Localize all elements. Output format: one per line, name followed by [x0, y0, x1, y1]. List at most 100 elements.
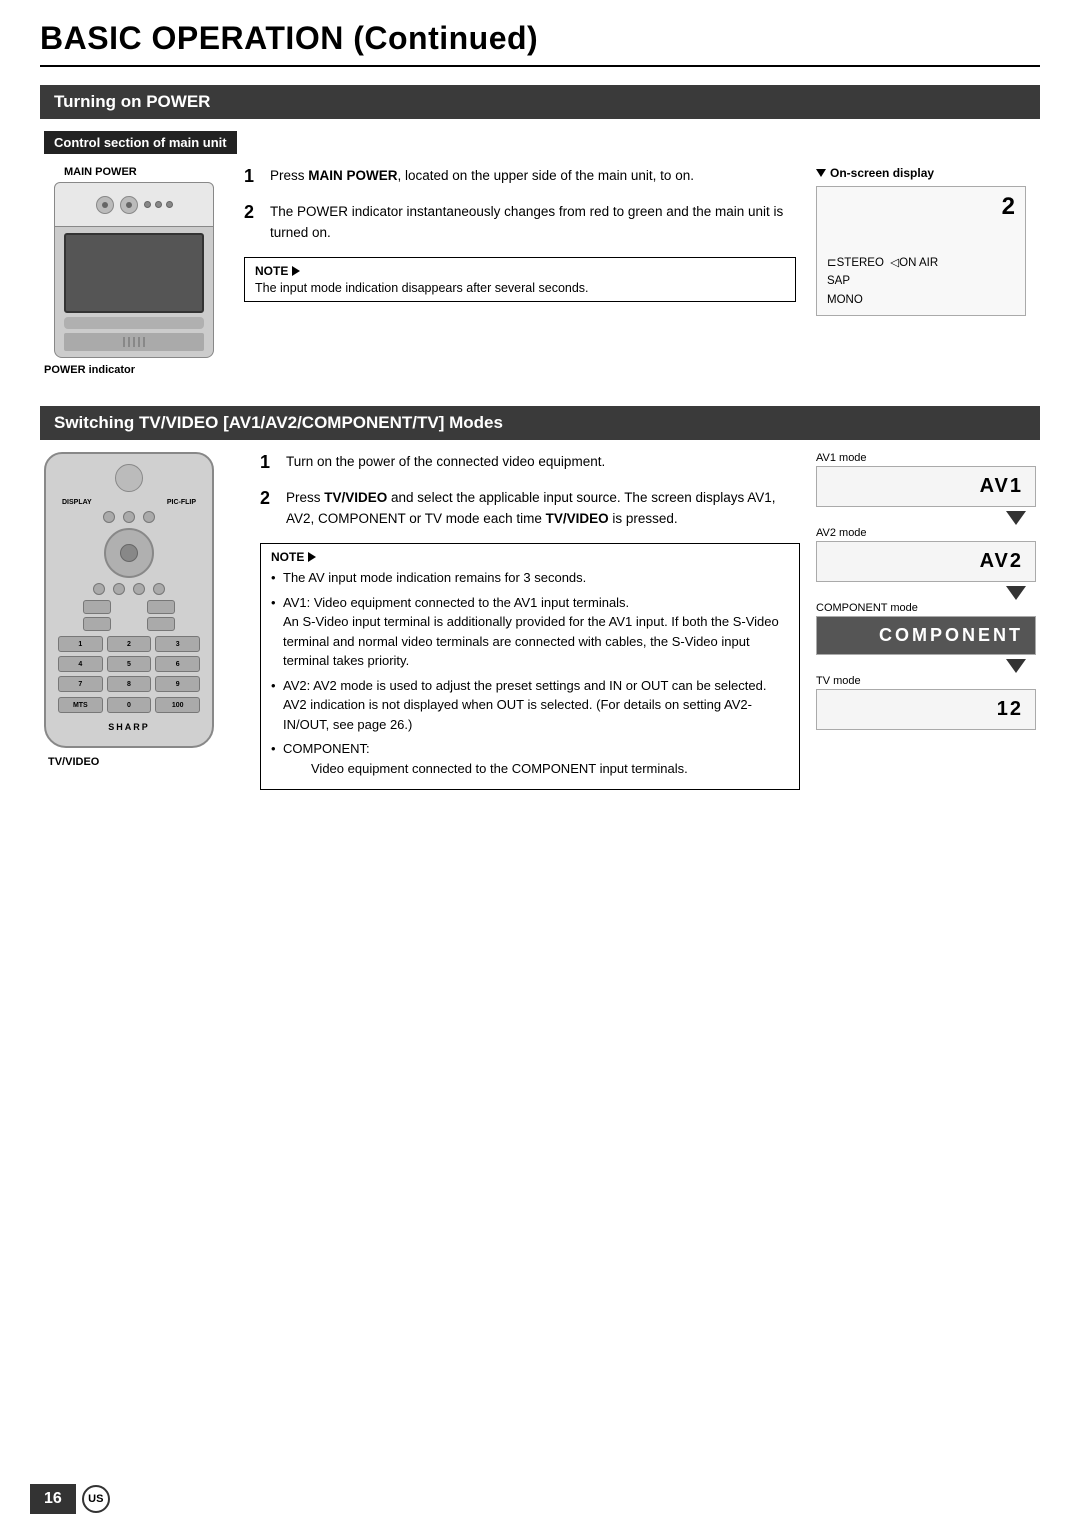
remote-mts-btn: MTS	[58, 697, 103, 713]
remote-sleep-row	[58, 511, 200, 523]
component-mode-row: COMPONENT mode COMPONENT	[816, 602, 1036, 657]
switch-note-label-text: NOTE	[271, 550, 304, 564]
remote-vol-up	[83, 600, 111, 614]
av1-mode-row: AV1 mode AV1	[816, 452, 1036, 509]
power-content: MAIN POWER	[44, 166, 1036, 376]
remote-btn-8: 8	[107, 676, 152, 692]
arrow-av1-av2	[816, 511, 1036, 525]
remote-sharp-logo: SHARP	[108, 722, 150, 732]
onscreen-box: 2 ⊏STEREO ◁ON AIR SAP MONO	[816, 186, 1026, 316]
arrow-down-icon-3	[1006, 659, 1026, 673]
arrow-component-tv	[816, 659, 1036, 673]
tv-speaker	[64, 333, 204, 351]
onscreen-bottom-text: ⊏STEREO ◁ON AIR SAP MONO	[827, 254, 1015, 309]
section2-header: Switching TV/VIDEO [AV1/AV2/COMPONENT/TV…	[40, 406, 1040, 440]
note-bullet-4: COMPONENT:Video equipment connected to t…	[271, 739, 789, 778]
tv-screen	[64, 233, 204, 313]
step-2-text: The POWER indicator instantaneously chan…	[270, 202, 796, 244]
remote-ch-up	[147, 600, 175, 614]
onscreen-line-3: MONO	[827, 291, 1015, 309]
av1-display: AV1	[980, 475, 1023, 497]
av1-mode-box: AV1	[816, 466, 1036, 507]
remote-menu-btn	[120, 544, 138, 562]
control-dots	[144, 201, 173, 208]
switch-step-2-num: 2	[260, 488, 278, 510]
component-display: COMPONENT	[879, 625, 1023, 645]
arrow-av2-component	[816, 586, 1036, 600]
tv-top-panel	[54, 182, 214, 227]
switch-note-arrow-icon	[308, 552, 316, 562]
step-1: 1 Press MAIN POWER, located on the upper…	[244, 166, 796, 188]
switch-step-2: 2 Press TV/VIDEO and select the applicab…	[260, 488, 800, 530]
tv-mode-row: TV mode 12	[816, 675, 1036, 732]
note-bullet-2: AV1: Video equipment connected to the AV…	[271, 593, 789, 671]
turning-on-power-section: Turning on POWER Control section of main…	[40, 85, 1040, 376]
av2-mode-label: AV2 mode	[816, 527, 1036, 539]
display-arrow-icon	[816, 169, 826, 177]
dial-right	[120, 196, 138, 214]
switch-steps: 1 Turn on the power of the connected vid…	[260, 452, 800, 790]
switch-step-1: 1 Turn on the power of the connected vid…	[260, 452, 800, 474]
remote-illustration: DISPLAY PIC-FLIP	[44, 452, 244, 748]
dial-left	[96, 196, 114, 214]
remote-display-label: DISPLAY	[62, 499, 92, 506]
onscreen-line-1: ⊏STEREO ◁ON AIR	[827, 254, 1015, 272]
remote-mute-btn	[93, 583, 105, 595]
step-2-num: 2	[244, 202, 262, 224]
arrow-down-icon-1	[1006, 511, 1026, 525]
remote-btn-1: 1	[58, 636, 103, 652]
component-mode-box: COMPONENT	[816, 616, 1036, 655]
remote-tvvideo-btn	[153, 583, 165, 595]
note-text: The input mode indication disappears aft…	[255, 281, 785, 295]
remote-btn-6: 6	[155, 656, 200, 672]
remote-vol-dn	[83, 617, 111, 631]
switch-step-2-text: Press TV/VIDEO and select the applicable…	[286, 488, 800, 530]
remote-btn-2: 2	[107, 636, 152, 652]
remote-btn2	[123, 511, 135, 523]
arrow-down-icon-2	[1006, 586, 1026, 600]
tv-mode-label: TV mode	[816, 675, 1036, 687]
remote-btn-4: 4	[58, 656, 103, 672]
remote-body: DISPLAY PIC-FLIP	[44, 452, 214, 748]
switch-note-box: NOTE The AV input mode indication remain…	[260, 543, 800, 790]
locale-badge: US	[82, 1485, 110, 1513]
page-footer: 16 US	[0, 1484, 1080, 1514]
mode-display-area: AV1 mode AV1 AV2 mode AV2	[816, 452, 1036, 732]
power-steps: 1 Press MAIN POWER, located on the upper…	[244, 166, 796, 302]
switching-content: DISPLAY PIC-FLIP	[44, 452, 1036, 790]
remote-btn-9: 9	[155, 676, 200, 692]
remote-btn-5: 5	[107, 656, 152, 672]
tv-mode-box: 12	[816, 689, 1036, 730]
step-1-text: Press MAIN POWER, located on the upper s…	[270, 166, 694, 187]
sub-section-label: Control section of main unit	[44, 131, 237, 154]
av2-mode-box: AV2	[816, 541, 1036, 582]
remote-power-btn	[115, 464, 143, 492]
note-box: NOTE The input mode indication disappear…	[244, 257, 796, 302]
onscreen-display-label: On-screen display	[816, 166, 1036, 180]
component-mode-label: COMPONENT mode	[816, 602, 1036, 614]
remote-sleep-btn	[103, 511, 115, 523]
switch-note-label: NOTE	[271, 550, 789, 564]
onscreen-number: 2	[827, 193, 1015, 221]
remote-number-grid: 1 2 3 4 5 6 7 8 9	[58, 636, 200, 692]
tv-display: 12	[997, 698, 1023, 720]
remote-ch-dn	[147, 617, 175, 631]
tv-illustration: MAIN POWER	[44, 166, 224, 376]
page-title: BASIC OPERATION (Continued)	[40, 20, 1040, 67]
note-bullet-1: The AV input mode indication remains for…	[271, 568, 789, 588]
onscreen-display-area: On-screen display 2 ⊏STEREO ◁ON AIR SAP …	[816, 166, 1036, 316]
tv-video-label: TV/VIDEO	[48, 756, 99, 768]
tv-bottom-bar	[64, 317, 204, 329]
remote-cc-btn	[133, 583, 145, 595]
step-1-num: 1	[244, 166, 262, 188]
note-label-text: NOTE	[255, 264, 288, 278]
step-2: 2 The POWER indicator instantaneously ch…	[244, 202, 796, 244]
remote-btn-7: 7	[58, 676, 103, 692]
note-arrow-icon	[292, 266, 300, 276]
switch-step-1-num: 1	[260, 452, 278, 474]
note-label: NOTE	[255, 264, 785, 278]
remote-100-btn: 100	[155, 697, 200, 713]
remote-btn3	[143, 511, 155, 523]
remote-btn-3: 3	[155, 636, 200, 652]
switch-note-bullets: The AV input mode indication remains for…	[271, 568, 789, 778]
